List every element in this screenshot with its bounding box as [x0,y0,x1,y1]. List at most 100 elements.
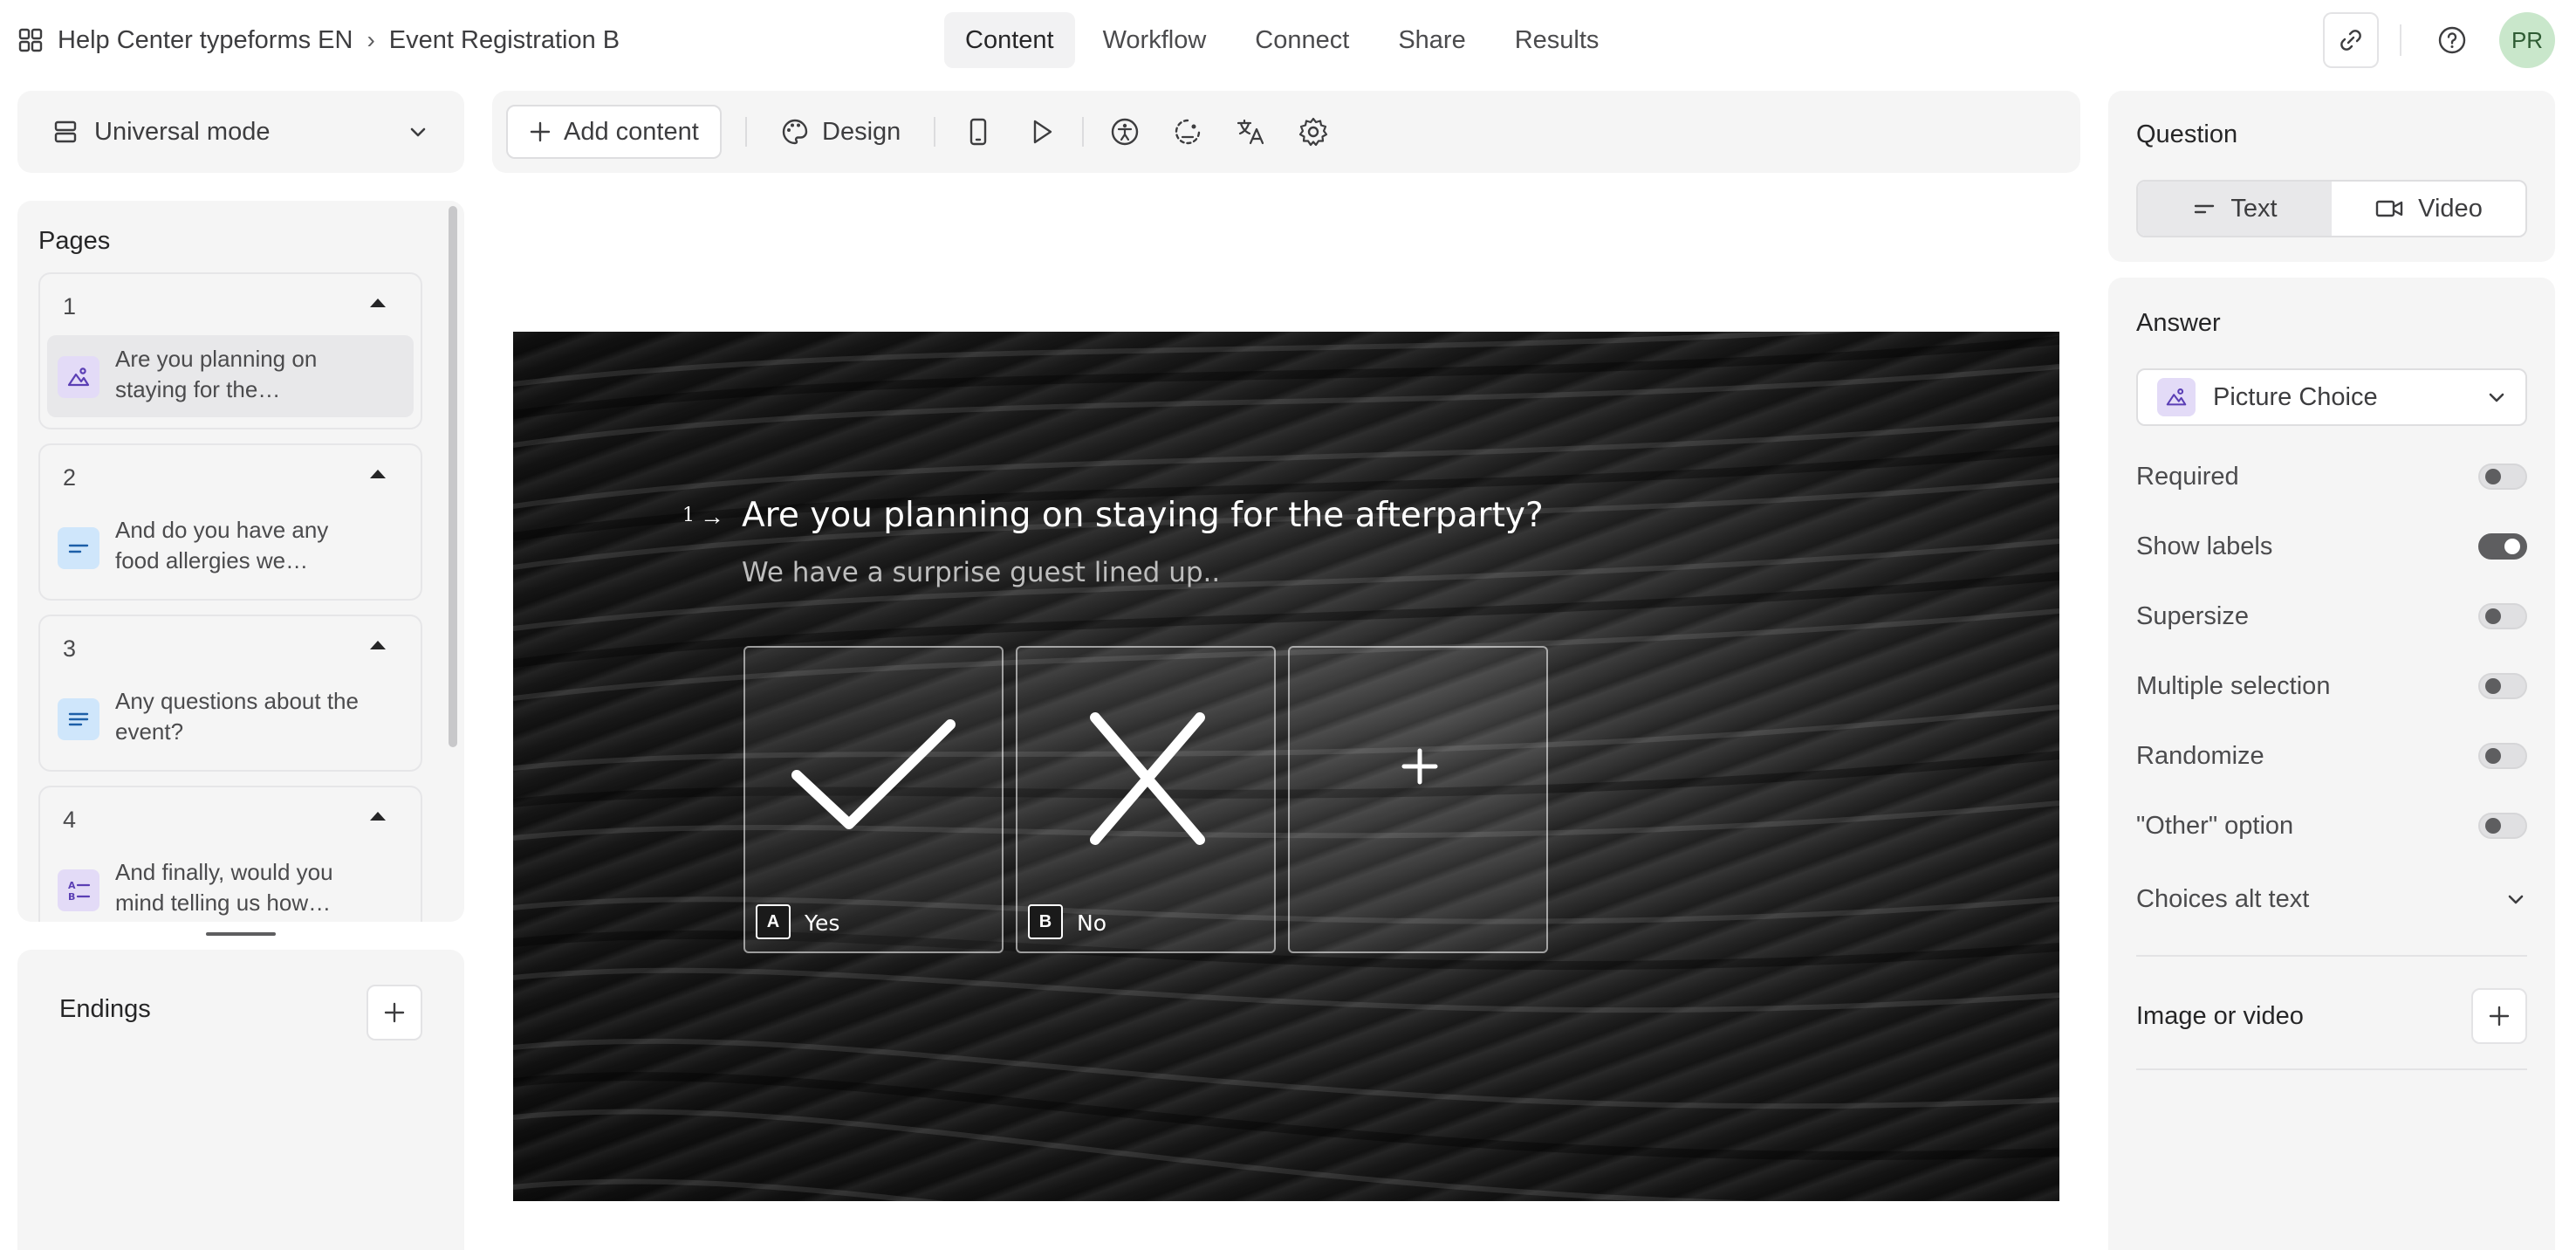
choice-card-yes[interactable]: A Yes [743,646,1004,953]
tab-connect[interactable]: Connect [1234,12,1370,68]
tab-share[interactable]: Share [1377,12,1486,68]
form-preview-canvas[interactable]: 1 → Are you planning on staying for the … [513,332,2059,1201]
question-title[interactable]: Are you planning on staying for the afte… [742,496,1544,535]
supersize-toggle[interactable] [2478,603,2527,629]
avatar[interactable]: PR [2499,12,2555,68]
plus-icon [530,121,551,142]
randomize-toggle[interactable] [2478,743,2527,769]
video-camera-icon [2375,200,2403,217]
tab-workflow[interactable]: Workflow [1082,12,1228,68]
question-type-text-label: Text [2230,194,2278,223]
choice-card-no[interactable]: B No [1016,646,1276,953]
page-item[interactable]: And do you have any food allergies we… [47,506,414,588]
cross-icon [1090,712,1205,845]
alt-text-label: Choices alt text [2136,884,2310,913]
arrow-right-icon: → [700,503,724,530]
design-label: Design [822,117,901,146]
setting-other-option: "Other" option [2136,808,2527,843]
divider [2136,1068,2527,1070]
page-item[interactable]: AB And finally, would you mind telling u… [47,848,414,922]
settings-gear-icon[interactable] [1297,115,1330,148]
setting-label: Show labels [2136,532,2273,560]
palette-icon [782,119,808,145]
endings-panel: Endings [17,950,464,1250]
question-type-video[interactable]: Video [2332,182,2525,236]
mobile-preview-icon[interactable] [962,115,995,148]
answer-panel-title: Answer [2136,309,2221,337]
chevron-down-icon [410,127,426,137]
picture-choice-icon [2157,378,2196,416]
page-item[interactable]: Any questions about the event? [47,677,414,759]
main-nav: Content Workflow Connect Share Results [944,12,1620,68]
text-lines-icon [2195,204,2215,214]
mode-label: Universal mode [94,117,271,146]
page-number: 3 [63,635,77,662]
page-item-text: And do you have any food allergies we… [115,517,329,573]
setting-label: Multiple selection [2136,671,2331,700]
page-card-2[interactable]: 2 And do you have any food allergies we… [38,443,422,601]
setting-label: Required [2136,462,2239,491]
collapse-caret-icon[interactable] [370,812,386,821]
svg-text:A: A [68,880,76,891]
design-button[interactable]: Design [780,105,901,159]
add-ending-button[interactable] [367,985,422,1041]
multiple-choice-icon: AB [58,869,99,911]
panel-resize-handle[interactable] [206,932,276,936]
tab-results[interactable]: Results [1494,12,1620,68]
answer-type-select[interactable]: Picture Choice [2136,368,2527,426]
choices-alt-text-expander[interactable]: Choices alt text [2136,882,2527,917]
breadcrumb-workspace[interactable]: Help Center typeforms EN [58,26,353,55]
endings-title: Endings [59,995,151,1023]
long-text-icon [58,698,99,740]
multiple-selection-toggle[interactable] [2478,673,2527,699]
tab-content[interactable]: Content [944,12,1075,68]
add-choice-card[interactable] [1288,646,1548,953]
collapse-caret-icon[interactable] [370,470,386,478]
page-card-3[interactable]: 3 Any questions about the event? [38,615,422,772]
answer-settings-panel: Answer Picture Choice Required Show labe… [2108,278,2555,1250]
editor-toolbar: Add content Design [492,91,2080,173]
question-type-toggle: Text Video [2136,180,2527,237]
svg-text:B: B [68,891,75,903]
chevron-down-icon [2489,393,2504,402]
page-item-text: Any questions about the event? [115,688,359,745]
page-card-1[interactable]: 1 Are you planning on staying for the… [38,272,422,429]
page-item[interactable]: Are you planning on staying for the… [47,335,414,417]
breadcrumb-form[interactable]: Event Registration B [389,26,620,55]
plus-icon [1401,748,1438,785]
apps-grid-icon[interactable] [17,27,44,53]
setting-label: "Other" option [2136,811,2294,840]
setting-show-labels: Show labels [2136,529,2527,564]
add-media-button[interactable] [2471,988,2527,1044]
question-description[interactable]: We have a surprise guest lined up.. [742,557,1220,588]
copy-link-button[interactable] [2323,12,2379,68]
divider [2400,24,2401,56]
play-preview-icon[interactable] [1024,115,1058,148]
setting-supersize: Supersize [2136,599,2527,634]
choice-label[interactable]: No [1077,910,1106,936]
setting-required: Required [2136,459,2527,494]
page-number: 1 [63,293,77,319]
accessibility-icon[interactable] [1108,115,1141,148]
logic-icon[interactable] [1171,115,1204,148]
question-number: 1 [682,505,695,526]
required-toggle[interactable] [2478,464,2527,490]
page-number: 4 [63,807,77,833]
page-item-text: And finally, would you mind telling us h… [115,859,333,916]
plus-icon [2489,1006,2510,1027]
collapse-caret-icon[interactable] [370,641,386,649]
question-type-text[interactable]: Text [2138,182,2332,236]
choice-label[interactable]: Yes [805,910,839,936]
mode-selector[interactable]: Universal mode [17,91,464,173]
pages-scrollbar[interactable] [449,206,457,747]
help-button[interactable] [2424,12,2480,68]
add-content-button[interactable]: Add content [506,105,722,159]
short-text-icon [58,527,99,569]
answer-type-value: Picture Choice [2213,382,2378,411]
page-card-4[interactable]: 4 AB And finally, would you mind telling… [38,786,422,922]
link-icon [2340,30,2361,51]
other-option-toggle[interactable] [2478,813,2527,839]
show-labels-toggle[interactable] [2478,533,2527,560]
collapse-caret-icon[interactable] [370,299,386,307]
translate-icon[interactable] [1234,115,1267,148]
